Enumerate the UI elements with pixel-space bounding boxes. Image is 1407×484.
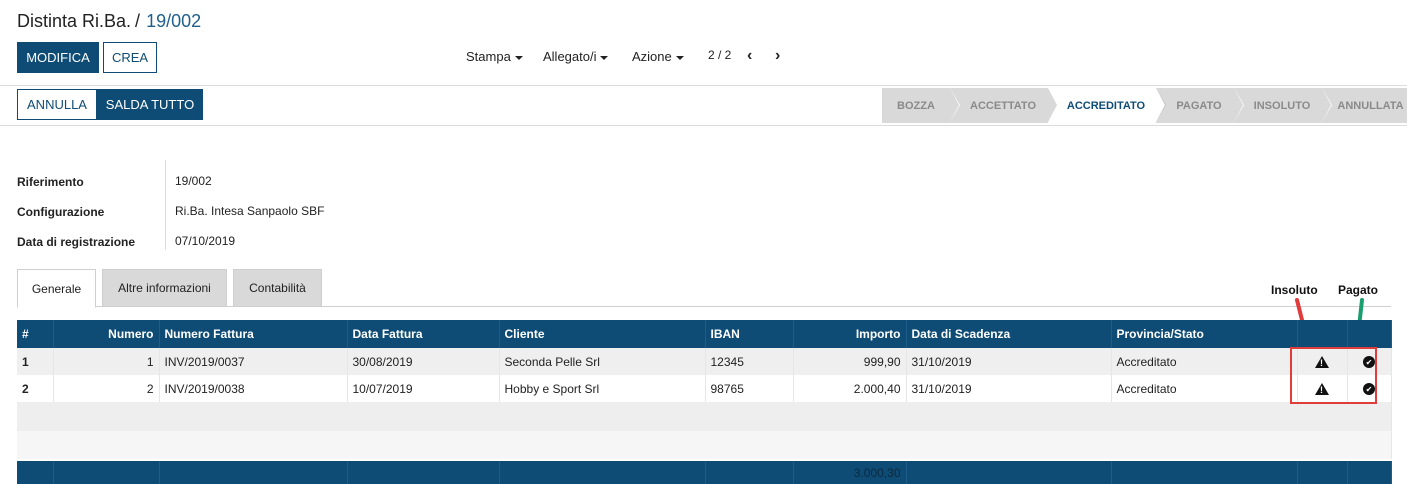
pagato-annotation-label: Pagato [1338, 283, 1379, 297]
row-iban: 12345 [705, 348, 794, 375]
stage-accettato[interactable]: ACCETTATO [950, 88, 1058, 123]
pager-counter: 2 / 2 [708, 48, 732, 62]
row-data-fattura: 30/08/2019 [347, 348, 500, 375]
table-header-row: # Numero Numero Fattura Data Fattura Cli… [17, 320, 1392, 348]
stage-annullata[interactable]: ANNULLATA [1322, 88, 1407, 123]
row-numero: 1 [53, 348, 160, 375]
row-index: 2 [17, 375, 54, 402]
stage-label: PAGATO [1176, 99, 1222, 112]
stage-label: INSOLUTO [1253, 99, 1311, 112]
tab-contabilita[interactable]: Contabilità [233, 269, 322, 307]
row-importo: 999,90 [793, 348, 907, 375]
row-cliente: Hobby e Sport Srl [499, 375, 706, 402]
chevron-down-icon [514, 55, 523, 60]
settle-all-button[interactable]: SALDA TUTTO [97, 89, 203, 120]
action-menu-label: Azione [632, 49, 672, 64]
chevron-down-icon [600, 55, 609, 60]
col-header-insoluto-action [1297, 320, 1348, 348]
breadcrumb-separator: / [135, 11, 141, 31]
table-row[interactable]: 1 1 INV/2019/0037 30/08/2019 Seconda Pel… [17, 348, 1392, 375]
riferimento-label: Riferimento [17, 175, 84, 189]
table-footer-row: 3.000,30 [17, 459, 1392, 484]
col-header-numero[interactable]: Numero [53, 320, 160, 348]
header-divider [0, 85, 1407, 86]
row-numero: 2 [53, 375, 160, 402]
col-header-provincia-stato[interactable]: Provincia/Stato [1111, 320, 1298, 348]
row-numero-fattura: INV/2019/0038 [159, 375, 348, 402]
statusbar-divider [0, 125, 1407, 126]
riferimento-value: 19/002 [175, 174, 212, 188]
row-data-scadenza: 31/10/2019 [906, 375, 1112, 402]
previous-record-icon[interactable]: ‹ [747, 47, 752, 65]
stage-accreditato[interactable]: ACCREDITATO [1048, 88, 1166, 123]
col-header-index[interactable]: # [17, 320, 54, 348]
tab-generale[interactable]: Generale [17, 269, 96, 308]
row-importo: 2.000,40 [793, 375, 907, 402]
insoluto-annotation-label: Insoluto [1271, 283, 1318, 297]
attachment-menu[interactable]: Allegato/i [543, 49, 609, 64]
breadcrumb: Distinta Ri.Ba./19/002 [17, 11, 201, 32]
row-stato: Accreditato [1111, 375, 1298, 402]
action-menu[interactable]: Azione [632, 49, 684, 64]
print-menu-label: Stampa [466, 49, 511, 64]
col-header-data-fattura[interactable]: Data Fattura [347, 320, 500, 348]
total-importo: 3.000,30 [793, 459, 907, 484]
status-bar: BOZZA ACCETTATO ACCREDITATO PAGATO INSOL… [882, 88, 1407, 123]
col-header-importo[interactable]: Importo [793, 320, 907, 348]
riba-lines-table: # Numero Numero Fattura Data Fattura Cli… [17, 320, 1392, 484]
chevron-down-icon [675, 55, 684, 60]
stage-label: ACCREDITATO [1066, 99, 1146, 112]
empty-row [17, 431, 1392, 460]
stage-bozza[interactable]: BOZZA [882, 88, 960, 123]
col-header-iban[interactable]: IBAN [705, 320, 794, 348]
stage-label: ANNULLATA [1337, 99, 1404, 112]
stage-label: BOZZA [897, 99, 935, 112]
stage-label: ACCETTATO [970, 99, 1036, 112]
stage-pagato[interactable]: PAGATO [1156, 88, 1244, 123]
configurazione-value[interactable]: Ri.Ba. Intesa Sanpaolo SBF [175, 204, 324, 218]
print-menu[interactable]: Stampa [466, 49, 523, 64]
col-header-numero-fattura[interactable]: Numero Fattura [159, 320, 348, 348]
action-icons-highlight-box [1290, 347, 1377, 404]
row-data-fattura: 10/07/2019 [347, 375, 500, 402]
attachment-menu-label: Allegato/i [543, 49, 597, 64]
row-cliente: Seconda Pelle Srl [499, 348, 706, 375]
tab-altre-informazioni[interactable]: Altre informazioni [102, 269, 227, 307]
configurazione-label: Configurazione [17, 205, 105, 219]
data-registrazione-value: 07/10/2019 [175, 234, 236, 248]
row-iban: 98765 [705, 375, 794, 402]
row-data-scadenza: 31/10/2019 [906, 348, 1112, 375]
table-row[interactable]: 2 2 INV/2019/0038 10/07/2019 Hobby e Spo… [17, 375, 1392, 402]
row-stato: Accreditato [1111, 348, 1298, 375]
data-registrazione-label: Data di registrazione [17, 235, 136, 249]
empty-row [17, 402, 1392, 431]
cancel-button[interactable]: ANNULLA [17, 89, 97, 120]
col-header-cliente[interactable]: Cliente [499, 320, 706, 348]
breadcrumb-parent[interactable]: Distinta Ri.Ba. [17, 11, 131, 31]
breadcrumb-current: 19/002 [146, 11, 202, 31]
row-numero-fattura: INV/2019/0037 [159, 348, 348, 375]
stage-insoluto[interactable]: INSOLUTO [1234, 88, 1332, 123]
row-index: 1 [17, 348, 54, 375]
create-button[interactable]: CREA [103, 42, 157, 73]
next-record-icon[interactable]: › [775, 47, 780, 65]
col-header-data-scadenza[interactable]: Data di Scadenza [906, 320, 1112, 348]
field-separator [165, 160, 166, 250]
col-header-pagato-action [1347, 320, 1392, 348]
edit-button[interactable]: MODIFICA [17, 42, 99, 73]
